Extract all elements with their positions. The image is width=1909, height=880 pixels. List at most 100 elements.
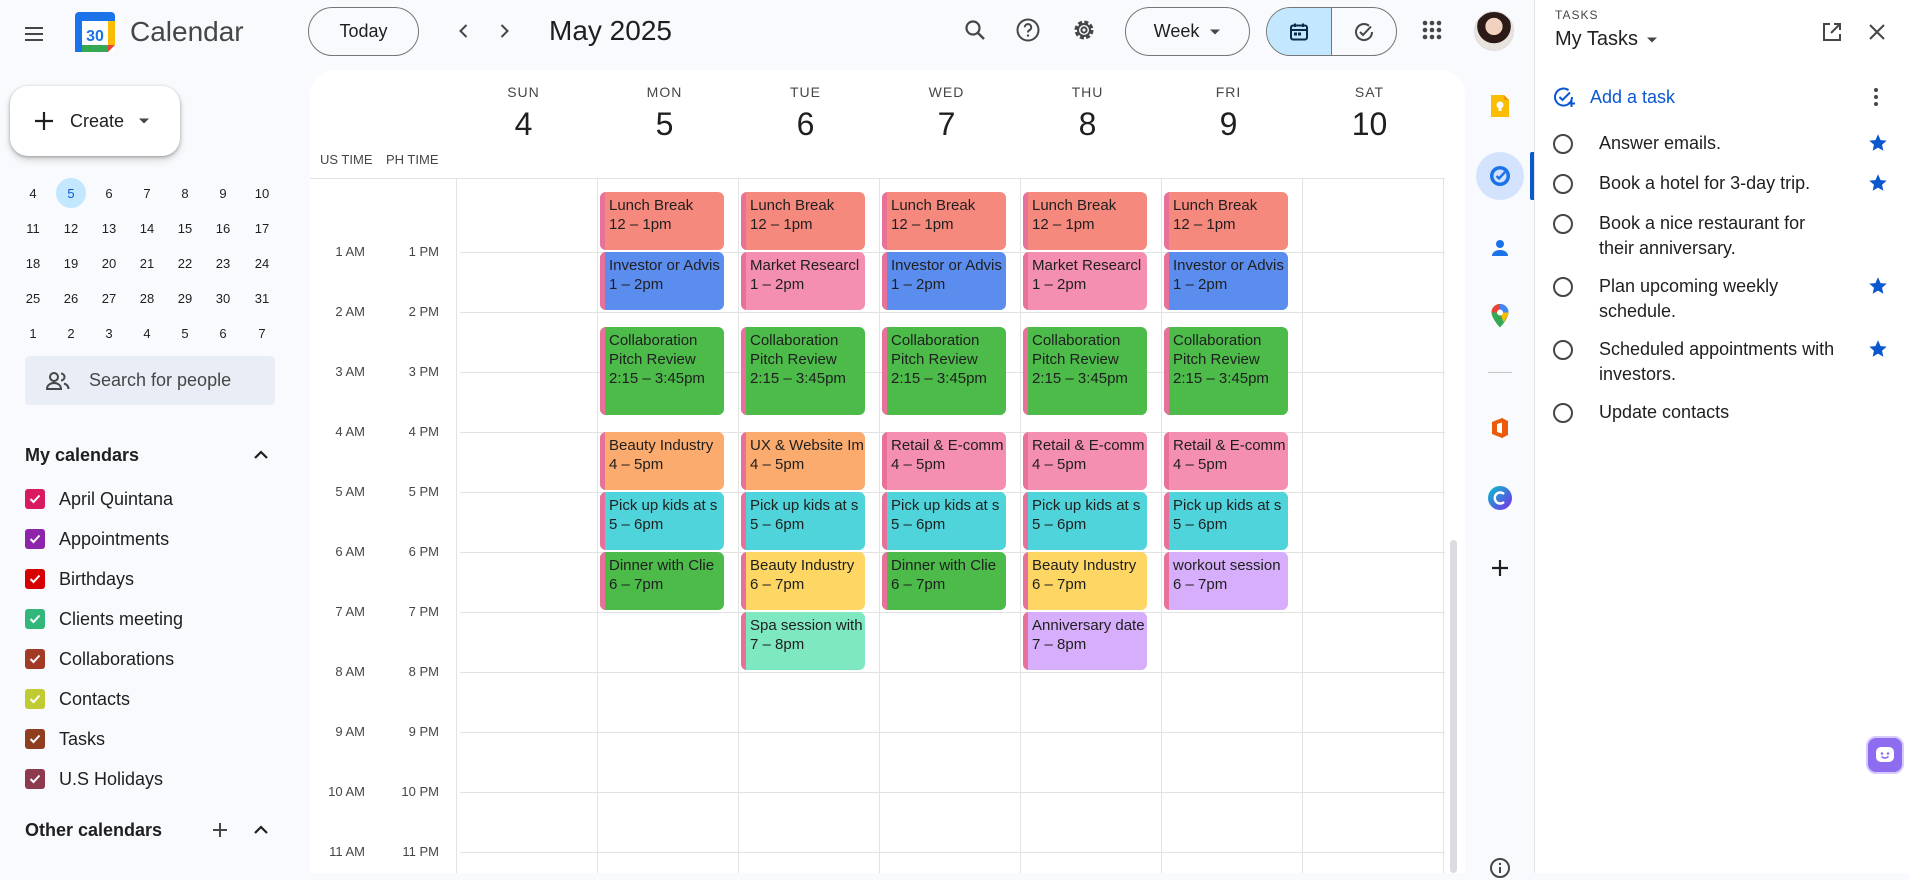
previous-week-button[interactable] xyxy=(444,11,484,51)
task-title[interactable]: Update contacts xyxy=(1599,400,1839,425)
mini-calendar-day[interactable]: 10 xyxy=(247,178,277,208)
day-header-number[interactable]: 9 xyxy=(1158,106,1299,143)
task-complete-checkbox[interactable] xyxy=(1553,174,1573,194)
calendar-event[interactable]: Retail & E-comm 4 – 5pm xyxy=(1023,431,1147,490)
task-star-toggle[interactable] xyxy=(1867,338,1889,360)
calendar-checkbox[interactable] xyxy=(25,609,45,629)
mini-calendar-day[interactable]: 29 xyxy=(170,283,200,313)
calendar-event[interactable]: Dinner with Clie 6 – 7pm xyxy=(600,551,724,610)
today-button[interactable]: Today xyxy=(308,7,419,56)
calendar-event[interactable]: Dinner with Clie 6 – 7pm xyxy=(882,551,1006,610)
mini-calendar-day[interactable]: 12 xyxy=(56,213,86,243)
calendar-event[interactable]: Lunch Break 12 – 1pm xyxy=(741,191,865,250)
mini-calendar-day[interactable]: 14 xyxy=(132,213,162,243)
mini-calendar-day[interactable]: 22 xyxy=(170,248,200,278)
calendar-event[interactable]: Beauty Industry 6 – 7pm xyxy=(741,551,865,610)
task-complete-checkbox[interactable] xyxy=(1553,214,1573,234)
other-calendars-heading[interactable]: Other calendars xyxy=(25,820,162,841)
collapse-my-calendars-button[interactable] xyxy=(246,440,276,470)
calendar-checkbox[interactable] xyxy=(25,489,45,509)
calendar-event[interactable]: Pick up kids at s5 – 6pm xyxy=(1164,491,1288,550)
task-title[interactable]: Plan upcoming weekly schedule. xyxy=(1599,274,1839,324)
calendar-event[interactable]: Market Researcl 1 – 2pm xyxy=(1023,251,1147,310)
calendar-event[interactable]: Investor or Advis 1 – 2pm xyxy=(600,251,724,310)
account-avatar[interactable] xyxy=(1474,11,1514,51)
calendar-event[interactable]: Collaboration Pitch Review 2:15 – 3:45pm xyxy=(600,326,724,415)
task-title[interactable]: Scheduled appointments with investors. xyxy=(1599,337,1839,387)
mini-calendar-day[interactable]: 31 xyxy=(247,283,277,313)
mini-calendar-day[interactable]: 3 xyxy=(94,318,124,348)
mini-calendar-day[interactable]: 13 xyxy=(94,213,124,243)
day-header-number[interactable]: 7 xyxy=(876,106,1017,143)
calendar-checkbox[interactable] xyxy=(25,529,45,549)
mini-calendar-day[interactable]: 1 xyxy=(18,318,48,348)
day-header[interactable]: WED 7 xyxy=(876,70,1017,143)
calendar-item[interactable]: Contacts xyxy=(25,684,130,714)
calendar-event[interactable]: Spa session with 7 – 8pm xyxy=(741,611,865,670)
day-header-number[interactable]: 5 xyxy=(594,106,735,143)
calendar-event[interactable]: UX & Website Im 4 – 5pm xyxy=(741,431,865,490)
calendar-event[interactable]: Anniversary date 7 – 8pm xyxy=(1023,611,1147,670)
mini-calendar-day[interactable]: 5 xyxy=(170,318,200,348)
keep-app-button[interactable] xyxy=(1476,82,1524,130)
calendar-event[interactable]: Pick up kids at s5 – 6pm xyxy=(1023,491,1147,550)
calendar-event[interactable]: Lunch Break 12 – 1pm xyxy=(600,191,724,250)
calendar-view-toggle[interactable] xyxy=(1267,8,1331,55)
calendar-event[interactable]: Investor or Advis 1 – 2pm xyxy=(882,251,1006,310)
day-header-number[interactable]: 6 xyxy=(735,106,876,143)
calendar-item[interactable]: Clients meeting xyxy=(25,604,183,634)
mini-calendar-day[interactable]: 23 xyxy=(208,248,238,278)
info-button[interactable] xyxy=(1488,856,1512,880)
day-header[interactable]: SAT 10 xyxy=(1299,70,1440,143)
calendar-event[interactable]: Collaboration Pitch Review 2:15 – 3:45pm xyxy=(1023,326,1147,415)
mini-calendar-day[interactable]: 27 xyxy=(94,283,124,313)
calendar-checkbox[interactable] xyxy=(25,689,45,709)
open-in-new-tab-button[interactable] xyxy=(1812,12,1852,52)
day-header[interactable]: MON 5 xyxy=(594,70,735,143)
calendar-checkbox[interactable] xyxy=(25,769,45,789)
calendar-event[interactable]: Collaboration Pitch Review 2:15 – 3:45pm xyxy=(882,326,1006,415)
day-header[interactable]: TUE 6 xyxy=(735,70,876,143)
mini-calendar-day[interactable]: 6 xyxy=(208,318,238,348)
calendar-checkbox[interactable] xyxy=(25,569,45,589)
calendar-item[interactable]: Collaborations xyxy=(25,644,174,674)
my-calendars-heading[interactable]: My calendars xyxy=(25,445,139,466)
search-button[interactable] xyxy=(953,8,997,52)
mini-calendar-day[interactable]: 26 xyxy=(56,283,86,313)
mini-calendar-day[interactable]: 16 xyxy=(208,213,238,243)
calendar-item[interactable]: April Quintana xyxy=(25,484,173,514)
task-list-selector[interactable]: My Tasks xyxy=(1555,28,1658,51)
mini-calendar-day[interactable]: 4 xyxy=(132,318,162,348)
maps-app-button[interactable] xyxy=(1476,292,1524,340)
calendar-item[interactable]: Birthdays xyxy=(25,564,134,594)
mini-calendar-day[interactable]: 24 xyxy=(247,248,277,278)
grid-scrollbar[interactable] xyxy=(1450,540,1457,873)
calendar-event[interactable]: Pick up kids at s5 – 6pm xyxy=(600,491,724,550)
office-addon-button[interactable] xyxy=(1476,404,1524,452)
add-task-button[interactable]: Add a task xyxy=(1552,82,1675,112)
mini-calendar-day[interactable]: 11 xyxy=(18,213,48,243)
day-header-number[interactable]: 10 xyxy=(1299,106,1440,143)
calendar-event[interactable]: Beauty Industry 6 – 7pm xyxy=(1023,551,1147,610)
calendar-event[interactable]: Lunch Break 12 – 1pm xyxy=(882,191,1006,250)
mini-calendar-day[interactable]: 7 xyxy=(247,318,277,348)
calendar-event[interactable]: Lunch Break 12 – 1pm xyxy=(1023,191,1147,250)
calendar-event[interactable]: Market Researcl 1 – 2pm xyxy=(741,251,865,310)
task-list-options-button[interactable] xyxy=(1862,80,1890,114)
calendar-event[interactable]: Lunch Break 12 – 1pm xyxy=(1164,191,1288,250)
task-complete-checkbox[interactable] xyxy=(1553,340,1573,360)
task-title[interactable]: Book a nice restaurant for their anniver… xyxy=(1599,211,1839,261)
search-people-field[interactable]: Search for people xyxy=(25,356,275,405)
task-complete-checkbox[interactable] xyxy=(1553,277,1573,297)
mini-calendar-day[interactable]: 9 xyxy=(208,178,238,208)
mini-calendar-day[interactable]: 25 xyxy=(18,283,48,313)
time-grid[interactable]: 1 AM 1 PM 2 AM 2 PM 3 AM 3 PM 4 AM 4 PM 5 AM 5 PM… xyxy=(310,178,1445,873)
calendar-event[interactable]: workout session 6 – 7pm xyxy=(1164,551,1288,610)
calendar-event[interactable]: Pick up kids at s5 – 6pm xyxy=(741,491,865,550)
mini-calendar-day[interactable]: 5 xyxy=(56,178,86,208)
help-button[interactable] xyxy=(1006,8,1050,52)
mini-calendar-day[interactable]: 28 xyxy=(132,283,162,313)
main-menu-button[interactable] xyxy=(10,10,58,58)
calendar-checkbox[interactable] xyxy=(25,729,45,749)
contacts-app-button[interactable] xyxy=(1476,224,1524,272)
